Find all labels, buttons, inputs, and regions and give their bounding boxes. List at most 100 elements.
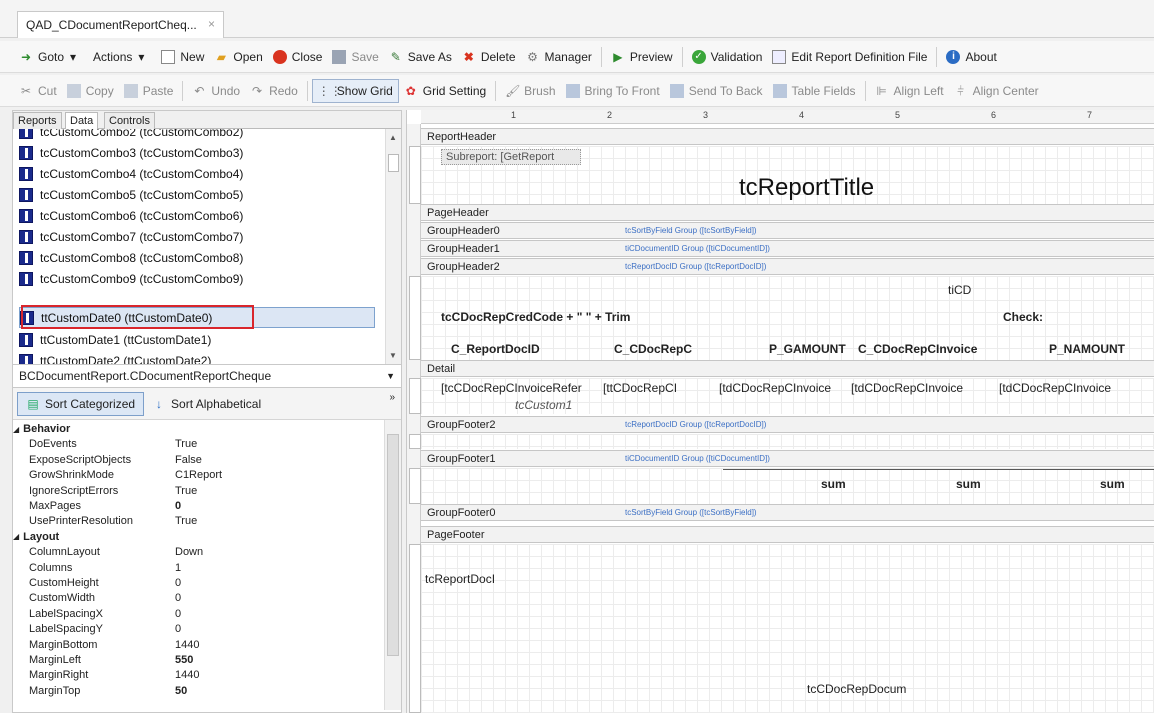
property-row[interactable]: ExposeScriptObjects False [13, 453, 385, 467]
custom-field[interactable]: tcCustom1 [515, 398, 572, 412]
property-value[interactable]: 0 [175, 608, 181, 620]
list-item[interactable]: tcCustomCombo4 (tcCustomCombo4) [19, 163, 243, 184]
actions-button[interactable]: Actions ▾ [88, 45, 156, 69]
property-value[interactable]: 0 [175, 577, 181, 589]
property-value[interactable]: 550 [175, 654, 193, 666]
property-category[interactable]: ◢ Behavior [13, 422, 385, 436]
paste-button[interactable]: Paste [119, 79, 179, 103]
copy-button[interactable]: Copy [62, 79, 119, 103]
section-group-header-1[interactable]: GroupHeader1 tiCDocumentID Group ([tiCDoc… [421, 240, 1154, 257]
sort-alphabetical-button[interactable]: ↓ Sort Alphabetical [144, 392, 269, 416]
send-to-back-button[interactable]: Send To Back [665, 79, 768, 103]
tab-data[interactable]: Data [65, 112, 99, 130]
save-as-button[interactable]: ✎ Save As [384, 45, 457, 69]
redo-button[interactable]: ↷ Redo [245, 79, 303, 103]
align-center-button[interactable]: ⫩ Align Center [949, 79, 1044, 103]
manager-button[interactable]: ⚙ Manager [521, 45, 597, 69]
check-label[interactable]: Check: [1003, 310, 1043, 324]
page-footer-body[interactable]: tcReportDocI tcCDocRepDocum [421, 544, 1154, 713]
p-gamount-field[interactable]: P_GAMOUNT [769, 342, 846, 356]
property-value[interactable]: Down [175, 546, 203, 558]
overflow-icon[interactable]: » [389, 392, 395, 403]
section-group-footer-0[interactable]: GroupFooter0 tcSortByField Group ([tcSort… [421, 504, 1154, 521]
object-selector[interactable]: BCDocumentReport.CDocumentReportCheque ▼ [13, 364, 401, 388]
table-fields-button[interactable]: Table Fields [768, 79, 861, 103]
preview-button[interactable]: ▶ Preview [606, 45, 678, 69]
detail-field[interactable]: [tdCDocRepCInvoice [719, 381, 831, 395]
section-group-header-2[interactable]: GroupHeader2 tcReportDocID Group ([tcRepo… [421, 258, 1154, 275]
section-report-header[interactable]: ReportHeader [421, 128, 1154, 145]
ticd-field[interactable]: tiCD [948, 283, 971, 297]
property-value[interactable]: 50 [175, 685, 187, 697]
property-row[interactable]: UsePrinterResolution True [13, 514, 385, 528]
sum-field[interactable]: sum [821, 477, 846, 491]
property-row[interactable]: ColumnLayout Down [13, 545, 385, 559]
list-item[interactable]: tcCustomCombo5 (tcCustomCombo5) [19, 184, 243, 205]
property-category[interactable]: ◢ Layout [13, 530, 385, 544]
property-row[interactable]: DoEvents True [13, 437, 385, 451]
undo-button[interactable]: ↶ Undo [187, 79, 245, 103]
property-row[interactable]: MarginRight 1440 [13, 668, 385, 682]
property-row[interactable]: IgnoreScriptErrors True [13, 484, 385, 498]
property-value[interactable]: False [175, 454, 202, 466]
property-row[interactable]: MaxPages 0 [13, 499, 385, 513]
c-cdocrepcinvoice-field[interactable]: C_CDocRepCInvoice [858, 342, 977, 356]
property-row[interactable]: CustomHeight 0 [13, 576, 385, 590]
list-item[interactable]: tcCustomCombo8 (tcCustomCombo8) [19, 247, 243, 268]
save-button[interactable]: Save [327, 45, 383, 69]
report-header-body[interactable]: Subreport: [GetReport tcReportTitle [421, 146, 1154, 204]
section-group-footer-1[interactable]: GroupFooter1 tiCDocumentID Group ([tiCDoc… [421, 450, 1154, 467]
detail-field[interactable]: [ttCDocRepCI [603, 381, 677, 395]
field-list-scrollbar[interactable]: ▲ ▼ [385, 129, 401, 364]
sort-categorized-button[interactable]: ▤ Sort Categorized [17, 391, 145, 416]
list-item[interactable]: ttCustomDate2 (ttCustomDate2) [19, 350, 211, 364]
report-title-field[interactable]: tcReportTitle [739, 174, 874, 202]
property-value[interactable]: 1440 [175, 669, 199, 681]
report-doc-field[interactable]: tcReportDocI [425, 572, 495, 586]
scrollbar-thumb[interactable] [387, 434, 399, 656]
detail-field[interactable]: [tdCDocRepCInvoice [851, 381, 963, 395]
scroll-up-icon[interactable]: ▲ [389, 133, 397, 142]
detail-field[interactable]: [tdCDocRepCInvoice [999, 381, 1111, 395]
c-report-doc-id-field[interactable]: C_ReportDocID [451, 342, 540, 356]
align-left-button[interactable]: ⊫ Align Left [870, 79, 949, 103]
scrollbar-thumb[interactable] [388, 154, 399, 172]
detail-body[interactable]: [tcCDocRepCInvoiceRefer [ttCDocRepCI [td… [421, 378, 1154, 414]
group-header-2-body[interactable]: tiCD tcCDocRepCredCode + " " + Trim Chec… [421, 276, 1154, 360]
section-detail[interactable]: Detail [421, 360, 1154, 377]
property-row[interactable]: CustomWidth 0 [13, 591, 385, 605]
c-cdocrepc-field[interactable]: C_CDocRepC [614, 342, 692, 356]
property-row[interactable]: LabelSpacingY 0 [13, 622, 385, 636]
list-item[interactable]: tcCustomCombo7 (tcCustomCombo7) [19, 226, 243, 247]
delete-button[interactable]: ✖ Delete [457, 45, 521, 69]
about-button[interactable]: i About [941, 45, 1001, 69]
close-button[interactable]: Close [268, 45, 328, 69]
property-row[interactable]: GrowShrinkMode C1Report [13, 468, 385, 482]
grid-setting-button[interactable]: ✿ Grid Setting [399, 79, 491, 103]
property-value[interactable]: True [175, 515, 197, 527]
sum-field[interactable]: sum [1100, 477, 1125, 491]
close-tab-icon[interactable]: × [208, 17, 215, 31]
property-value[interactable]: True [175, 485, 197, 497]
show-grid-button[interactable]: ⋮⋮ Show Grid [311, 78, 399, 103]
property-row[interactable]: LabelSpacingX 0 [13, 607, 385, 621]
section-page-footer[interactable]: PageFooter [421, 526, 1154, 543]
validation-button[interactable]: ✓ Validation [687, 45, 768, 69]
tab-reports[interactable]: Reports [13, 112, 62, 129]
scroll-down-icon[interactable]: ▼ [389, 351, 397, 360]
section-group-footer-2[interactable]: GroupFooter2 tcReportDocID Group ([tcRepo… [421, 416, 1154, 433]
list-item[interactable]: tcCustomCombo6 (tcCustomCombo6) [19, 205, 243, 226]
property-row[interactable]: MarginBottom 1440 [13, 638, 385, 652]
list-item[interactable]: tcCustomCombo9 (tcCustomCombo9) [19, 268, 243, 289]
cut-button[interactable]: ✂ Cut [14, 79, 62, 103]
property-row[interactable]: Columns 1 [13, 561, 385, 575]
property-value[interactable]: 1440 [175, 639, 199, 651]
detail-field[interactable]: [tcCDocRepCInvoiceRefer [441, 381, 582, 395]
property-row[interactable]: MarginLeft 550 [13, 653, 385, 667]
property-value[interactable]: 0 [175, 623, 181, 635]
list-item[interactable]: tcCustomCombo3 (tcCustomCombo3) [19, 142, 243, 163]
goto-button[interactable]: ➜ Goto ▾ [14, 45, 88, 69]
tab-controls[interactable]: Controls [104, 112, 155, 129]
section-group-header-0[interactable]: GroupHeader0 tcSortByField Group ([tcSort… [421, 222, 1154, 239]
bring-to-front-button[interactable]: Bring To Front [561, 79, 665, 103]
